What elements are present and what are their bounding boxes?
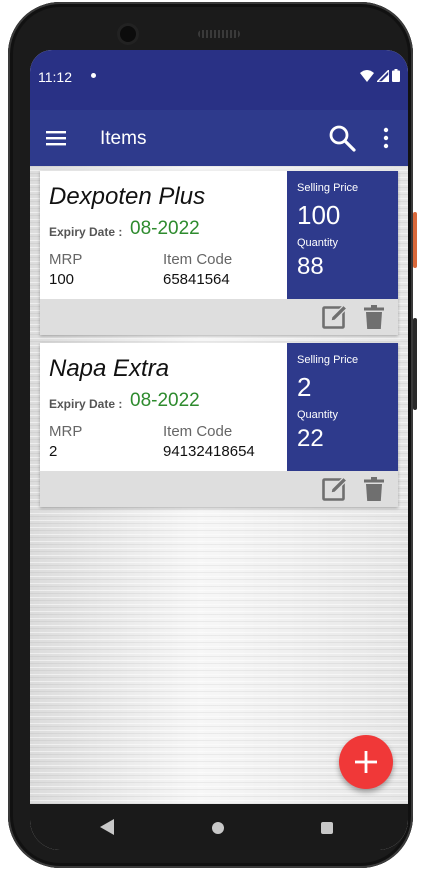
price-panel: Selling Price 100 Quantity 88 [287,171,398,299]
quantity-value: 22 [297,425,324,452]
item-code-value: 65841564 [163,271,230,288]
signal-icon [377,69,389,82]
mrp-label: MRP [49,251,83,268]
price-panel: Selling Price 2 Quantity 22 [287,343,398,471]
power-button [413,212,417,268]
item-name: Dexpoten Plus [49,183,206,210]
screen: 11:12 Items Dexpoten Plus Expiry Date: … [30,50,408,850]
system-nav-bar [30,804,408,850]
recent-apps-icon[interactable] [321,822,333,834]
menu-icon[interactable] [46,128,66,148]
mrp-value: 100 [49,271,75,288]
delete-icon[interactable] [364,305,384,329]
status-icons [360,69,400,82]
status-bar: 11:12 [30,50,408,110]
item-card[interactable]: Dexpoten Plus Expiry Date : 08-2022 MRP … [40,171,398,335]
search-icon[interactable] [328,124,356,152]
quantity-label: Quantity [297,237,338,249]
battery-icon [392,69,400,82]
selling-price-label: Selling Price [297,182,359,194]
selling-price-value: 100 [297,200,341,230]
notification-dot-icon [91,73,96,78]
selling-price-label: Selling Price [297,354,359,366]
items-list[interactable]: Dexpoten Plus Expiry Date : 08-2022 MRP … [30,166,408,804]
mrp-value: 2 [49,443,58,460]
expiry-label: Expiry Date : [49,397,123,411]
status-time: 11:12 [38,69,72,85]
quantity-label: Quantity [297,409,338,421]
home-icon[interactable] [212,822,224,834]
expiry-label: Expiry Date : [49,225,123,239]
add-icon [355,751,377,773]
item-name: Napa Extra [49,355,170,382]
volume-button [413,318,417,410]
mrp-label: MRP [49,423,83,440]
expiry-value: 08-2022 [130,390,200,411]
item-code-value: 94132418654 [163,443,255,460]
add-item-button[interactable] [339,735,393,789]
selling-price-value: 2 [297,372,312,402]
edit-icon[interactable] [322,304,348,330]
item-card[interactable]: Napa Extra Expiry Date : 08-2022 MRP 2 I… [40,343,398,507]
wifi-icon [360,69,374,82]
phone-frame: 11:12 Items Dexpoten Plus Expiry Date: … [8,2,413,868]
back-icon[interactable] [100,819,114,835]
page-title: Items [100,128,147,149]
earpiece-speaker [198,30,240,38]
app-bar: Items [30,110,408,166]
item-code-label: Item Code [163,423,233,440]
expiry-value: 08-2022 [130,218,200,239]
quantity-value: 88 [297,253,324,280]
delete-icon[interactable] [364,477,384,501]
item-code-label: Item Code [163,251,233,268]
edit-icon[interactable] [322,476,348,502]
front-camera [120,26,136,42]
more-vert-icon[interactable] [380,126,392,150]
